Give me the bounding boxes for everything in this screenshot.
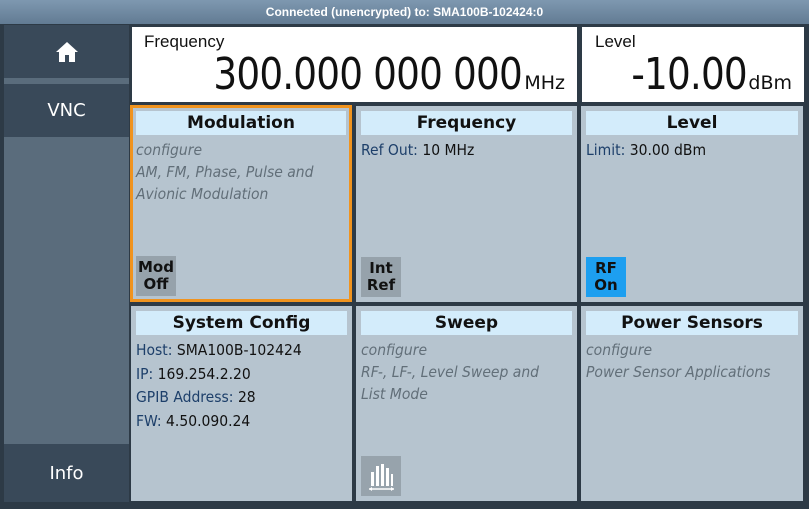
vnc-title-bar: Connected (unencrypted) to: SMA100B-1024… — [0, 0, 809, 24]
rf-on-button[interactable]: RF On — [586, 257, 626, 297]
limit-key: Limit: — [586, 141, 626, 159]
sweep-icon-button[interactable] — [361, 456, 401, 496]
power-sensors-tile-body: configure Power Sensor Applications — [586, 339, 798, 383]
mod-off-button[interactable]: Mod Off — [136, 256, 176, 296]
gpib-value: 28 — [237, 388, 256, 406]
host-key: Host: — [136, 341, 173, 359]
power-sensors-configure-text: configure — [586, 341, 653, 359]
int-ref-button[interactable]: Int Ref — [361, 257, 401, 297]
info-button[interactable]: Info — [4, 444, 129, 502]
frequency-tile-body: Ref Out: 10 MHz — [361, 139, 572, 161]
level-tile-body: Limit: 30.00 dBm — [586, 139, 798, 161]
mod-off-line1: Mod — [138, 258, 174, 276]
sweep-tile-title: Sweep — [361, 311, 572, 335]
sweep-configure-text: configure — [361, 341, 428, 359]
home-button[interactable] — [4, 25, 129, 78]
home-icon — [55, 41, 78, 62]
ref-out-key: Ref Out: — [361, 141, 418, 159]
modulation-tile[interactable]: Modulation configure AM, FM, Phase, Puls… — [130, 105, 352, 302]
ip-key: IP: — [136, 364, 154, 383]
system-config-tile[interactable]: System Config Host: SMA100B-102424 IP: 1… — [131, 306, 352, 501]
mod-off-line2: Off — [143, 275, 169, 293]
gpib-key: GPIB Address: — [136, 388, 234, 406]
int-ref-line1: Int — [369, 259, 393, 277]
frequency-tile[interactable]: Frequency Ref Out: 10 MHz Int Ref — [356, 106, 577, 302]
ip-value: 169.254.2.20 — [157, 364, 251, 383]
host-value: SMA100B-102424 — [176, 341, 302, 359]
rf-on-line1: RF — [595, 259, 617, 277]
ip-row: IP: 169.254.2.20 — [136, 363, 347, 387]
level-value: -10.00 — [630, 49, 747, 100]
modulation-tile-body: configure AM, FM, Phase, Pulse and Avion… — [136, 139, 347, 205]
host-row: Host: SMA100B-102424 — [136, 339, 347, 363]
frequency-value: 300.000 000 000 — [213, 49, 523, 100]
limit-value: 30.00 dBm — [629, 141, 707, 159]
sweep-tile-body: configure RF-, LF-, Level Sweep and List… — [361, 339, 572, 405]
system-config-tile-body: Host: SMA100B-102424 IP: 169.254.2.20 GP… — [136, 339, 347, 433]
level-unit: dBm — [748, 72, 792, 94]
level-tile[interactable]: Level Limit: 30.00 dBm RF On — [581, 106, 803, 302]
ref-out-value: 10 MHz — [422, 141, 475, 159]
frequency-unit: MHz — [524, 72, 565, 94]
gpib-row: GPIB Address: 28 — [136, 386, 347, 410]
fw-value: 4.50.090.24 — [166, 411, 251, 430]
power-sensors-tile[interactable]: Power Sensors configure Power Sensor App… — [581, 306, 803, 501]
sidebar: VNC Info — [4, 25, 129, 502]
fw-key: FW: — [136, 411, 162, 430]
sweep-desc-line2: List Mode — [361, 385, 428, 403]
rf-on-line2: On — [594, 276, 618, 294]
sweep-icon — [369, 464, 394, 491]
modulation-desc-line1: AM, FM, Phase, Pulse and — [136, 163, 314, 181]
vnc-button[interactable]: VNC — [4, 84, 129, 137]
sweep-tile[interactable]: Sweep configure RF-, LF-, Level Sweep an… — [356, 306, 577, 501]
level-display[interactable]: Level -10.00 dBm — [582, 27, 804, 102]
frequency-tile-title: Frequency — [361, 111, 572, 135]
ref-out-row: Ref Out: 10 MHz — [361, 139, 572, 161]
limit-row: Limit: 30.00 dBm — [586, 139, 798, 161]
frequency-display[interactable]: Frequency 300.000 000 000 MHz — [132, 27, 577, 102]
level-value-group: -10.00 dBm — [611, 49, 792, 100]
frequency-value-group: 300.000 000 000 MHz — [159, 49, 565, 100]
modulation-tile-title: Modulation — [136, 111, 346, 135]
int-ref-line2: Ref — [366, 276, 396, 294]
power-sensors-desc: Power Sensor Applications — [586, 363, 771, 381]
fw-row: FW: 4.50.090.24 — [136, 410, 347, 434]
sweep-desc-line1: RF-, LF-, Level Sweep and — [361, 363, 540, 381]
modulation-desc-line2: Avionic Modulation — [136, 185, 269, 203]
level-tile-title: Level — [586, 111, 798, 135]
system-config-tile-title: System Config — [136, 311, 347, 335]
modulation-configure-text: configure — [136, 141, 203, 159]
power-sensors-tile-title: Power Sensors — [586, 311, 798, 335]
